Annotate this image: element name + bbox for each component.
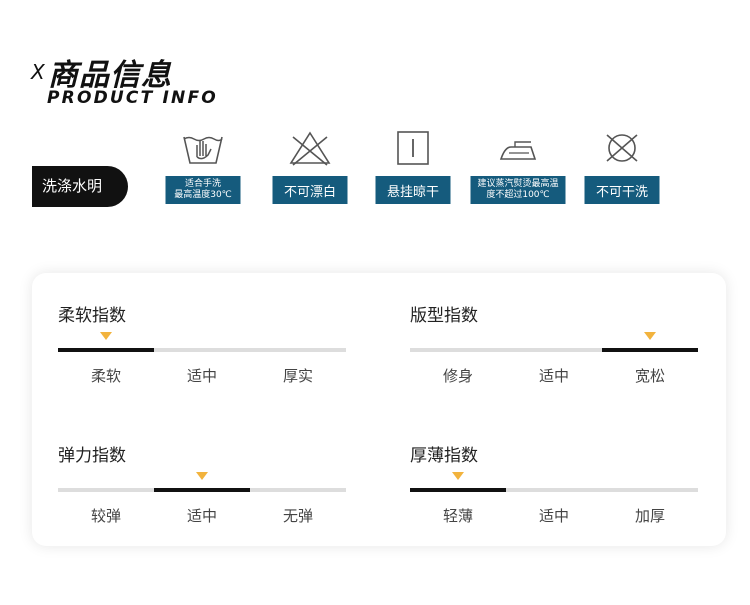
level-indicator — [644, 332, 656, 340]
care-item-hang-dry: 悬挂晾干 — [363, 127, 463, 207]
hand-wash-icon — [180, 127, 226, 169]
level-label: 较弹 — [90, 507, 121, 525]
level-fill — [154, 488, 250, 492]
iron-icon — [495, 127, 541, 169]
level-fill — [58, 348, 154, 352]
level-indicator — [196, 472, 208, 480]
elasticity-index: 弹力指数 较弹 适中 无弹 — [58, 441, 346, 551]
care-label-no-dry-clean: 不可干洗 — [584, 176, 660, 204]
level-label: 轻薄 — [442, 507, 473, 525]
level-label: 适中 — [538, 367, 569, 385]
care-label-hand-wash: 适合手洗 最高温度30℃ — [165, 176, 241, 204]
care-label-no-bleach: 不可漂白 — [272, 176, 348, 204]
no-dry-clean-icon — [599, 127, 645, 169]
softness-index: 柔软指数 柔软 适中 厚实 — [58, 301, 346, 411]
fit-index: 版型指数 修身 适中 宽松 — [410, 301, 698, 411]
care-item-hand-wash: 适合手洗 最高温度30℃ — [153, 127, 253, 207]
level-fill — [602, 348, 698, 352]
care-item-no-bleach: 不可漂白 — [260, 127, 360, 207]
hang-dry-icon — [390, 127, 436, 169]
level-label: 修身 — [442, 367, 473, 385]
index-title: 柔软指数 — [58, 306, 126, 326]
index-title: 厚薄指数 — [410, 446, 478, 466]
thickness-index: 厚薄指数 轻薄 适中 加厚 — [410, 441, 698, 551]
washing-tag: 洗涤水明 — [32, 166, 128, 207]
index-title: 弹力指数 — [58, 446, 126, 466]
index-title: 版型指数 — [410, 306, 478, 326]
level-label: 厚实 — [282, 367, 313, 385]
level-label: 柔软 — [90, 367, 121, 385]
level-indicator — [100, 332, 112, 340]
level-label: 适中 — [538, 507, 569, 525]
care-item-iron: 建议蒸汽熨烫最高温 度不超过100℃ — [468, 127, 568, 207]
page-subtitle: PRODUCT INFO — [47, 88, 218, 108]
no-bleach-icon — [287, 127, 333, 169]
level-label: 适中 — [186, 507, 217, 525]
index-card: 柔软指数 柔软 适中 厚实 版型指数 修身 适中 宽松 弹力指数 较弹 适中 无… — [32, 273, 726, 546]
level-indicator — [452, 472, 464, 480]
care-item-no-dry-clean: 不可干洗 — [572, 127, 672, 207]
care-label-iron: 建议蒸汽熨烫最高温 度不超过100℃ — [470, 176, 566, 204]
level-label: 适中 — [186, 367, 217, 385]
level-fill — [410, 488, 506, 492]
header-prefix: X — [31, 60, 45, 84]
level-label: 宽松 — [634, 367, 665, 385]
level-label: 无弹 — [282, 507, 313, 525]
care-label-hang-dry: 悬挂晾干 — [375, 176, 451, 204]
level-label: 加厚 — [634, 507, 665, 525]
